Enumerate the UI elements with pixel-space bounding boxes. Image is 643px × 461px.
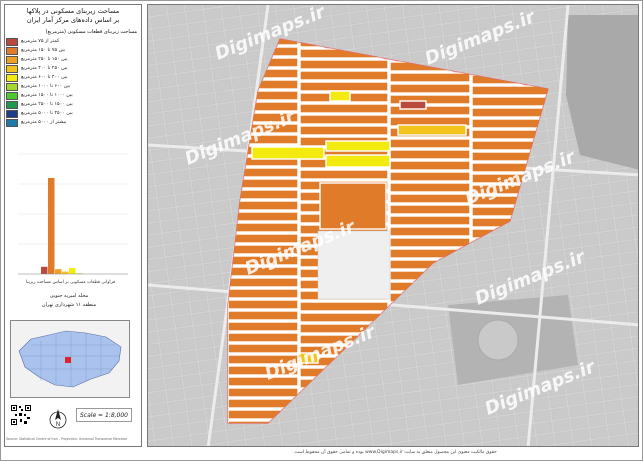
parcel	[389, 160, 471, 171]
parcel	[389, 204, 471, 215]
chart-caption: فراوانی قطعات مسکونی بر اساس مساحت زیربن…	[25, 280, 116, 285]
parcel	[228, 321, 299, 332]
parcel	[389, 83, 471, 94]
legend-swatch	[6, 46, 18, 55]
parcel	[389, 138, 471, 149]
neighborhood-name: محله امیریه جنوبی	[49, 293, 89, 299]
legend-label: بین ۱۰۰۰ تا ۱۵۰۰ مترمربع	[21, 93, 73, 98]
map-title: مساحت زیربنای مسکونی در پلاکها بر اساس د…	[5, 5, 141, 25]
legend-item: بین ۱۵۰ تا ۲۵۰ مترمربع	[6, 55, 132, 64]
parcel	[325, 154, 391, 168]
legend-swatch	[6, 82, 18, 91]
scale-label: Scale = 1:8,000	[76, 408, 132, 422]
chart-bar	[62, 271, 69, 274]
parcel	[399, 100, 427, 110]
map-tools: N Scale = 1:8,000	[8, 402, 132, 440]
map-canvas: Digimaps.ir Digimaps.ir Digimaps.ir Digi…	[148, 5, 638, 446]
legend-label: بیشتر از ۵۰۰۰ مترمربع	[21, 120, 67, 125]
parcel	[228, 332, 299, 343]
main-map[interactable]: Digimaps.ir Digimaps.ir Digimaps.ir Digi…	[147, 4, 639, 447]
legend-swatch	[6, 64, 18, 73]
legend-swatch	[6, 55, 18, 64]
legend-item: کمتر از ۷۵ مترمربع	[6, 37, 132, 46]
footer-note: حقوق مالکیت معنوی این محصول متعلق به سای…	[293, 450, 497, 455]
legend-swatch	[6, 91, 18, 100]
parcel	[319, 182, 387, 230]
legend-swatch	[6, 73, 18, 82]
parcel	[228, 299, 299, 310]
legend-label: بین ۱۵۰۰ تا ۲۵۰۰ مترمربع	[21, 102, 73, 107]
legend-label: بین ۴۰۰ تا ۶۰۰ مترمربع	[21, 75, 68, 80]
parcel	[389, 171, 471, 182]
legend-swatch	[6, 118, 18, 127]
legend-item: بین ۱۵۰۰ تا ۲۵۰۰ مترمربع	[6, 100, 132, 109]
legend-title: مساحت زیربنای قطعات مسکونی (مترمربع)	[45, 29, 137, 35]
parcel	[228, 387, 299, 398]
parcel	[228, 277, 299, 288]
parcel	[299, 125, 389, 136]
parcel	[299, 59, 389, 70]
parcel	[228, 343, 299, 354]
legend-list: کمتر از ۷۵ مترمربع بین ۷۵ تا ۱۵۰ مترمربع ب…	[6, 37, 132, 127]
parcel	[228, 376, 299, 387]
legend-label: بین ۷۵ تا ۱۵۰ مترمربع	[21, 48, 66, 53]
legend-swatch	[6, 100, 18, 109]
chart-bar	[69, 268, 76, 274]
legend-item: بین ۶۰۰ تا ۱۰۰۰ مترمربع	[6, 82, 132, 91]
legend-item: بیشتر از ۵۰۰۰ مترمربع	[6, 118, 132, 127]
parcel	[389, 226, 471, 237]
legend-item: بین ۱۰۰۰ تا ۱۵۰۰ مترمربع	[6, 91, 132, 100]
legend-label: بین ۶۰۰ تا ۱۰۰۰ مترمربع	[21, 84, 71, 89]
chart-bar	[48, 178, 55, 274]
qr-code-icon	[10, 404, 32, 426]
parcel	[251, 146, 325, 160]
north-label: N	[56, 422, 60, 428]
legend-swatch	[6, 37, 18, 46]
location-inset-map	[10, 320, 130, 398]
parcel	[299, 81, 389, 92]
histogram-chart	[18, 153, 128, 275]
parcel	[299, 301, 389, 312]
legend-swatch	[6, 109, 18, 118]
north-arrow-icon: N	[49, 409, 67, 429]
parcel	[389, 72, 471, 83]
parcel	[389, 193, 471, 204]
legend-item: بین ۴۰۰ تا ۶۰۰ مترمربع	[6, 73, 132, 82]
map-title-line1: مساحت زیربنای مسکونی در پلاکها	[26, 7, 120, 15]
legend-label: کمتر از ۷۵ مترمربع	[21, 39, 60, 44]
legend-label: بین ۱۵۰ تا ۲۵۰ مترمربع	[21, 57, 68, 62]
parcel	[325, 140, 391, 152]
chart-bar	[55, 269, 62, 274]
parcel	[329, 90, 351, 102]
parcel	[228, 310, 299, 321]
location-block: محله امیریه جنوبی منطقه ۱۱ شهرداری تهران	[6, 292, 132, 310]
parcel	[299, 70, 389, 81]
parcel	[228, 222, 299, 233]
parcel	[389, 215, 471, 226]
parcel	[299, 114, 389, 125]
parcel	[389, 182, 471, 193]
parcel	[299, 103, 389, 114]
location-marker	[65, 357, 71, 363]
chart-bar	[41, 266, 48, 274]
map-title-line2: بر اساس داده‌های مرکز آمار ایران	[26, 16, 120, 24]
data-credit: Source: Statistical Centre of Iran - Pro…	[6, 437, 128, 441]
parcel	[389, 237, 471, 248]
legend-label: بین ۲۵۰۰ تا ۵۰۰۰ مترمربع	[21, 111, 73, 116]
legend-item: بین ۷۵ تا ۱۵۰ مترمربع	[6, 46, 132, 55]
legend-item: بین ۲۵۰۰ تا ۵۰۰۰ مترمربع	[6, 109, 132, 118]
parcel	[228, 288, 299, 299]
parcel	[389, 149, 471, 160]
parcel	[299, 169, 389, 180]
legend-label: بین ۲۵۰ تا ۴۰۰ مترمربع	[21, 66, 68, 71]
parcel	[397, 124, 467, 136]
district-name: منطقه ۱۱ شهرداری تهران	[41, 302, 97, 308]
legend-item: بین ۲۵۰ تا ۴۰۰ مترمربع	[6, 64, 132, 73]
